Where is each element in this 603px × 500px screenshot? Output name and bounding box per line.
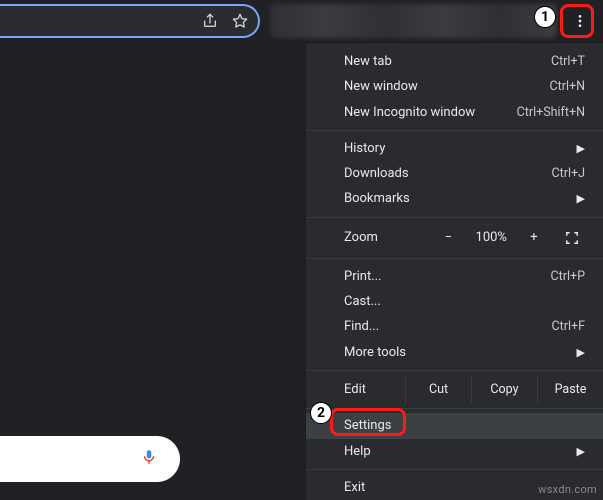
menu-item-label: Settings <box>344 418 585 433</box>
page-content <box>0 0 305 500</box>
menu-downloads[interactable]: Downloads Ctrl+J <box>306 161 603 186</box>
share-icon[interactable] <box>202 13 218 29</box>
zoom-in-button[interactable]: + <box>515 230 553 245</box>
menu-item-shortcut: Ctrl+Shift+N <box>517 105 585 120</box>
menu-item-shortcut: Ctrl+F <box>551 319 585 334</box>
chevron-right-icon: ▶ <box>577 142 585 155</box>
menu-more-tools[interactable]: More tools ▶ <box>306 339 603 364</box>
address-bar[interactable] <box>0 4 260 38</box>
menu-item-label: New tab <box>344 54 551 69</box>
menu-separator <box>306 130 603 131</box>
menu-item-label: Cast... <box>344 294 585 309</box>
menu-item-label: Bookmarks <box>344 191 571 206</box>
menu-separator <box>306 217 603 218</box>
edit-label: Edit <box>306 382 405 397</box>
menu-cast[interactable]: Cast... <box>306 289 603 314</box>
menu-item-shortcut: Ctrl+J <box>552 166 586 181</box>
menu-item-label: Print... <box>344 269 551 284</box>
menu-new-incognito[interactable]: New Incognito window Ctrl+Shift+N <box>306 100 603 125</box>
chevron-right-icon: ▶ <box>577 346 585 359</box>
edit-cut-button[interactable]: Cut <box>405 376 471 403</box>
edit-paste-button[interactable]: Paste <box>537 376 603 403</box>
menu-item-label: More tools <box>344 345 571 360</box>
menu-settings[interactable]: Settings <box>306 413 603 438</box>
fullscreen-icon <box>565 231 579 245</box>
menu-item-label: New Incognito window <box>344 105 517 120</box>
menu-find[interactable]: Find... Ctrl+F <box>306 314 603 339</box>
menu-item-label: History <box>344 141 571 156</box>
kebab-icon <box>572 13 588 29</box>
search-pill[interactable] <box>0 436 180 482</box>
extensions-area <box>270 4 557 38</box>
menu-item-label: Find... <box>344 319 551 334</box>
menu-bookmarks[interactable]: Bookmarks ▶ <box>306 186 603 211</box>
menu-separator <box>306 370 603 371</box>
browser-menu: New tab Ctrl+T New window Ctrl+N New Inc… <box>305 42 603 500</box>
menu-separator <box>306 408 603 409</box>
browser-toolbar <box>0 0 603 42</box>
menu-item-label: New window <box>344 79 549 94</box>
menu-new-tab[interactable]: New tab Ctrl+T <box>306 49 603 74</box>
menu-history[interactable]: History ▶ <box>306 136 603 161</box>
zoom-value: 100% <box>468 230 516 245</box>
menu-item-label: Downloads <box>344 166 552 181</box>
chevron-right-icon: ▶ <box>577 192 585 205</box>
menu-separator <box>306 258 603 259</box>
menu-zoom: Zoom − 100% + <box>306 222 603 252</box>
menu-item-shortcut: Ctrl+T <box>551 54 585 69</box>
zoom-label: Zoom <box>344 230 430 245</box>
mic-icon[interactable] <box>140 446 158 472</box>
menu-help[interactable]: Help ▶ <box>306 439 603 464</box>
menu-print[interactable]: Print... Ctrl+P <box>306 264 603 289</box>
menu-item-shortcut: Ctrl+P <box>551 269 585 284</box>
menu-separator <box>306 469 603 470</box>
edit-copy-button[interactable]: Copy <box>471 376 537 403</box>
menu-new-window[interactable]: New window Ctrl+N <box>306 74 603 99</box>
menu-item-shortcut: Ctrl+N <box>549 79 585 94</box>
star-icon[interactable] <box>232 13 248 29</box>
menu-item-label: Help <box>344 444 571 459</box>
menu-button[interactable] <box>563 4 597 38</box>
menu-edit-row: Edit Cut Copy Paste <box>306 376 603 403</box>
fullscreen-button[interactable] <box>553 231 591 245</box>
zoom-out-button[interactable]: − <box>430 230 468 245</box>
watermark: wsxdn.com <box>538 483 597 496</box>
chevron-right-icon: ▶ <box>577 445 585 458</box>
